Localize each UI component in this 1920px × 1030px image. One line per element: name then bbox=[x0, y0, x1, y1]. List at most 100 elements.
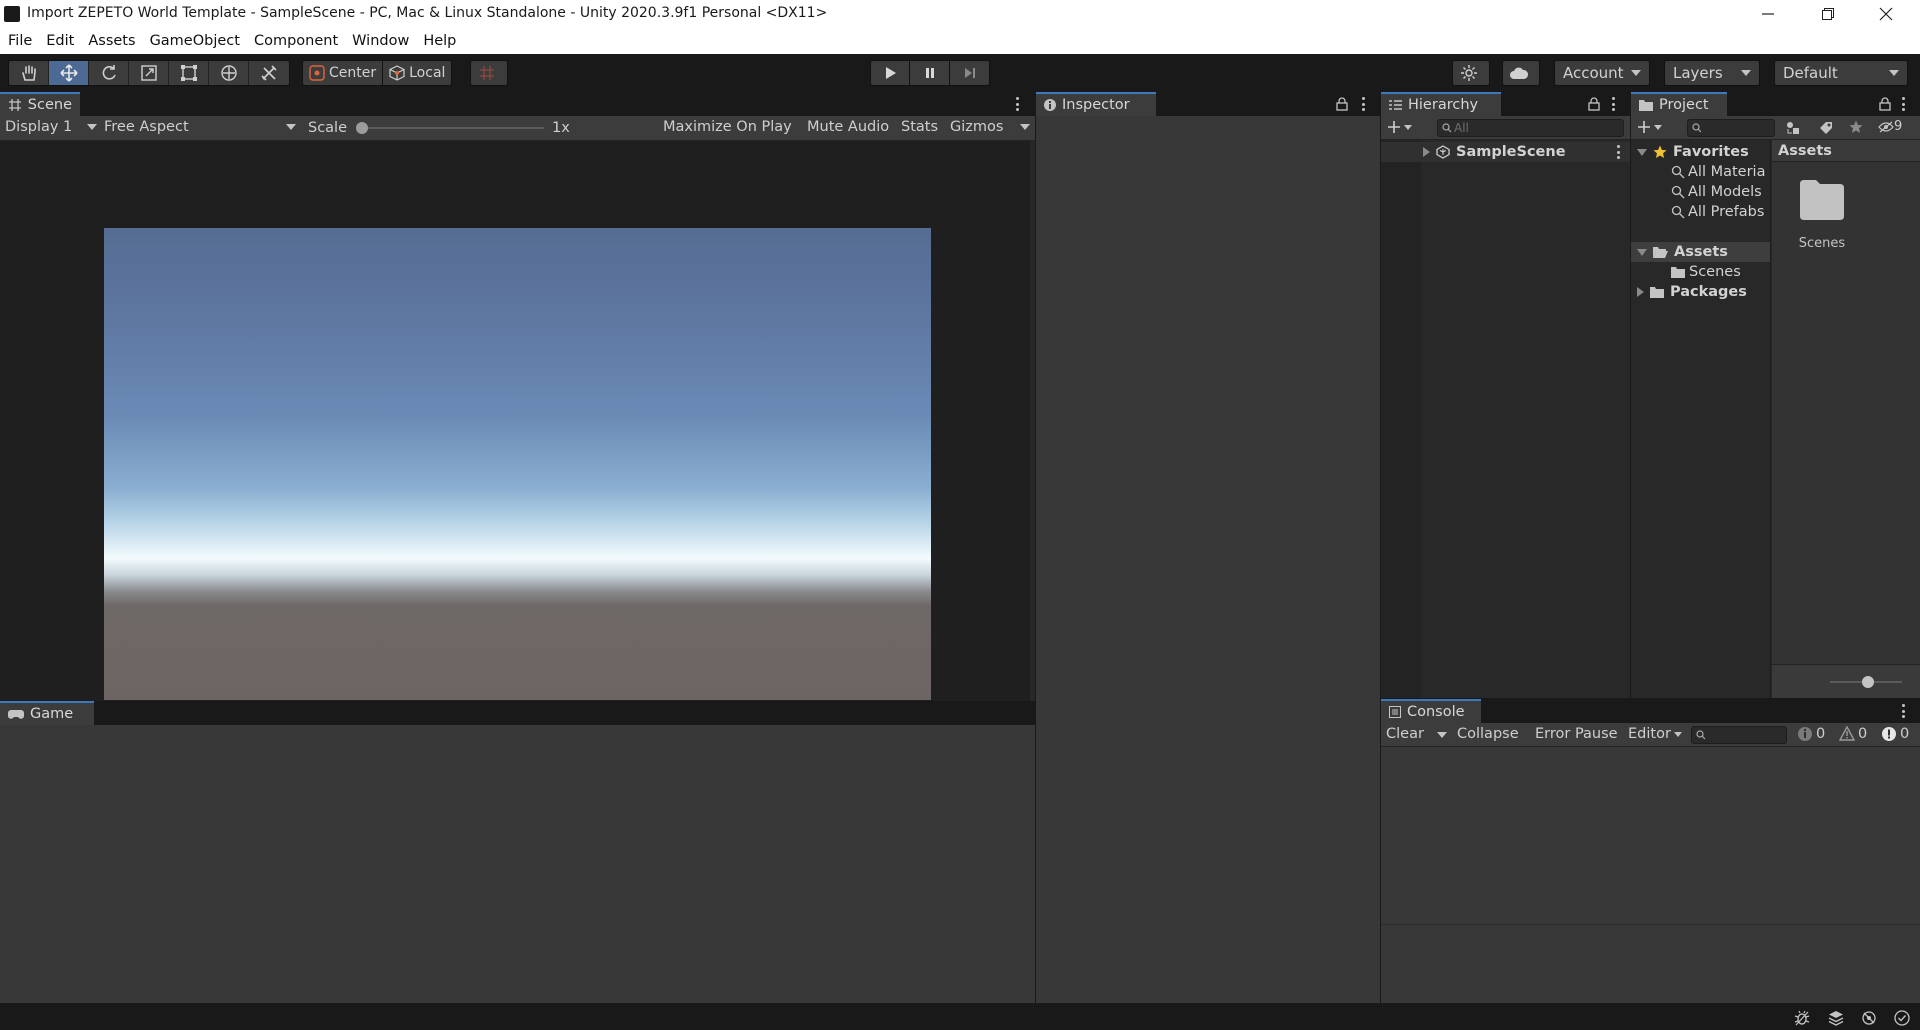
layout-dropdown[interactable]: Default bbox=[1774, 60, 1908, 86]
lock-icon[interactable] bbox=[1879, 97, 1891, 111]
layers-stack-icon[interactable] bbox=[1828, 1010, 1844, 1026]
editor-target-dropdown[interactable]: Editor bbox=[1628, 726, 1682, 742]
aspect-dropdown[interactable]: Free Aspect bbox=[104, 119, 296, 135]
error-filter-toggle[interactable]: 0 bbox=[1881, 726, 1909, 742]
rotate-tool-button[interactable] bbox=[89, 61, 129, 85]
favorites-row[interactable]: Favorites bbox=[1637, 142, 1749, 162]
breadcrumb-assets[interactable]: Assets bbox=[1778, 143, 1832, 159]
menu-assets[interactable]: Assets bbox=[88, 33, 135, 49]
scene-menu-icon[interactable] bbox=[1015, 97, 1019, 111]
grid-snap-button[interactable] bbox=[470, 60, 508, 86]
info-filter-toggle[interactable]: 0 bbox=[1797, 726, 1825, 742]
inspector-menu-icon[interactable] bbox=[1361, 97, 1365, 111]
tab-game[interactable]: Game bbox=[0, 701, 94, 725]
hidden-packages-toggle[interactable]: 9 bbox=[1878, 119, 1902, 134]
packages-folder-row[interactable]: Packages bbox=[1637, 282, 1747, 302]
scene-item-menu-icon[interactable] bbox=[1616, 145, 1620, 159]
project-menu-icon[interactable] bbox=[1901, 97, 1905, 111]
inspector-tabbar: Inspector bbox=[1036, 92, 1380, 116]
check-circle-icon[interactable] bbox=[1894, 1010, 1910, 1026]
rect-tool-button[interactable] bbox=[169, 61, 209, 85]
console-search-input[interactable] bbox=[1691, 726, 1787, 744]
menu-gameobject[interactable]: GameObject bbox=[150, 33, 240, 49]
favorite-item[interactable]: All Prefabs bbox=[1671, 202, 1764, 222]
asset-item-scenes[interactable]: Scenes bbox=[1782, 176, 1862, 268]
hierarchy-tab-label: Hierarchy bbox=[1408, 97, 1479, 113]
restore-button[interactable] bbox=[1800, 0, 1856, 28]
hierarchy-item-samplescene[interactable]: SampleScene bbox=[1381, 142, 1630, 162]
menu-window[interactable]: Window bbox=[352, 33, 409, 49]
collapse-arrow-icon[interactable] bbox=[1637, 248, 1647, 256]
create-dropdown[interactable] bbox=[1637, 120, 1662, 134]
clear-button[interactable]: Clear bbox=[1386, 726, 1424, 742]
inspector-tab-label: Inspector bbox=[1062, 97, 1130, 113]
tab-hierarchy[interactable]: Hierarchy bbox=[1381, 92, 1501, 116]
console-menu-icon[interactable] bbox=[1901, 704, 1905, 718]
lock-icon[interactable] bbox=[1336, 97, 1348, 111]
warning-filter-toggle[interactable]: 0 bbox=[1839, 726, 1867, 742]
pivot-mode-button[interactable]: Center bbox=[302, 60, 384, 86]
display-dropdown[interactable]: Display 1 bbox=[5, 119, 97, 135]
expand-arrow-icon[interactable] bbox=[1637, 287, 1644, 297]
scenes-folder-row[interactable]: Scenes bbox=[1671, 262, 1741, 282]
close-button[interactable] bbox=[1858, 0, 1914, 28]
menu-help[interactable]: Help bbox=[423, 33, 456, 49]
layers-dropdown[interactable]: Layers bbox=[1664, 60, 1760, 86]
pause-button[interactable] bbox=[910, 60, 950, 86]
search-by-type-icon[interactable] bbox=[1786, 121, 1800, 135]
mute-audio-toggle[interactable]: Mute Audio bbox=[807, 119, 889, 135]
plus-icon bbox=[1388, 121, 1400, 133]
console-detail-divider[interactable] bbox=[1381, 924, 1920, 925]
bug-icon[interactable] bbox=[1794, 1010, 1810, 1026]
transform-tool-button[interactable] bbox=[209, 61, 249, 85]
tab-inspector[interactable]: Inspector bbox=[1036, 92, 1156, 116]
menu-component[interactable]: Component bbox=[254, 33, 338, 49]
zoom-slider-thumb[interactable] bbox=[1862, 676, 1874, 688]
tab-console[interactable]: Console bbox=[1381, 699, 1481, 723]
error-pause-toggle[interactable]: Error Pause bbox=[1535, 726, 1618, 742]
label-tag-icon[interactable] bbox=[1819, 121, 1833, 135]
gizmos-dropdown[interactable]: Gizmos bbox=[950, 119, 1030, 135]
pivot-rotation-button[interactable]: Local bbox=[383, 60, 453, 86]
hierarchy-toolbar: All bbox=[1381, 116, 1630, 140]
favorite-star-icon[interactable] bbox=[1849, 120, 1863, 134]
menu-file[interactable]: File bbox=[8, 33, 32, 49]
assets-folder-row[interactable]: Assets bbox=[1631, 242, 1770, 262]
tab-project[interactable]: Project bbox=[1631, 92, 1727, 116]
stats-toggle[interactable]: Stats bbox=[901, 119, 938, 135]
menu-edit[interactable]: Edit bbox=[46, 33, 74, 49]
auto-generate-lighting-icon[interactable] bbox=[1861, 1010, 1877, 1026]
expand-arrow-icon[interactable] bbox=[1423, 147, 1430, 157]
hierarchy-menu-icon[interactable] bbox=[1611, 97, 1615, 111]
collapse-arrow-icon[interactable] bbox=[1637, 148, 1647, 156]
scale-slider-track[interactable] bbox=[358, 127, 544, 129]
hierarchy-search-input[interactable]: All bbox=[1437, 119, 1624, 137]
scale-tool-button[interactable] bbox=[129, 61, 169, 85]
project-search-input[interactable] bbox=[1687, 119, 1775, 137]
favorite-item[interactable]: All Models bbox=[1671, 182, 1762, 202]
lock-icon[interactable] bbox=[1588, 97, 1600, 111]
custom-tool-button[interactable] bbox=[249, 61, 289, 85]
favorite-item[interactable]: All Materia bbox=[1671, 162, 1765, 182]
move-tool-button[interactable] bbox=[49, 61, 89, 85]
services-button[interactable] bbox=[1452, 60, 1490, 86]
clear-options-chevron-icon[interactable] bbox=[1437, 732, 1447, 738]
game-render[interactable] bbox=[104, 228, 931, 700]
scale-slider-thumb[interactable] bbox=[356, 122, 368, 134]
search-placeholder: All bbox=[1454, 121, 1469, 135]
hand-tool-button[interactable] bbox=[9, 61, 49, 85]
step-button[interactable] bbox=[950, 60, 990, 86]
tab-scene[interactable]: Scene bbox=[0, 92, 80, 116]
maximize-on-play-toggle[interactable]: Maximize On Play bbox=[663, 119, 792, 135]
rotate-icon bbox=[102, 65, 116, 80]
create-dropdown[interactable] bbox=[1387, 120, 1412, 134]
transform-tools bbox=[8, 60, 290, 86]
play-button[interactable] bbox=[870, 60, 910, 86]
window-title: Import ZEPETO World Template - SampleSce… bbox=[27, 5, 828, 21]
minimize-button[interactable] bbox=[1740, 0, 1796, 28]
account-dropdown[interactable]: Account bbox=[1554, 60, 1650, 86]
game-tabbar: Game bbox=[0, 701, 1035, 725]
collapse-toggle[interactable]: Collapse bbox=[1457, 726, 1519, 742]
collab-button[interactable] bbox=[1502, 60, 1540, 86]
window-title-bar: Import ZEPETO World Template - SampleSce… bbox=[0, 0, 1920, 28]
